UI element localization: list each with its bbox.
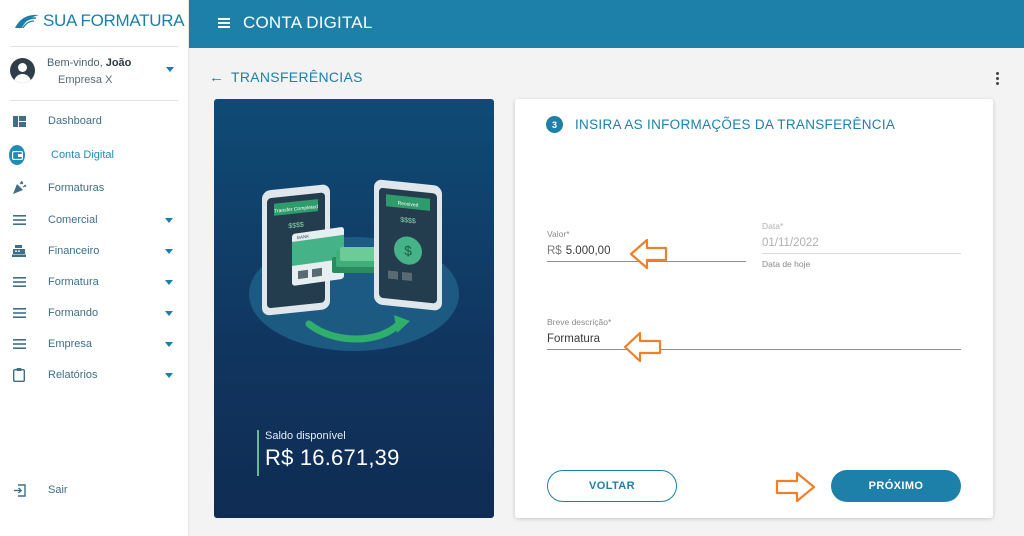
annotation-arrow-left-icon [623, 331, 662, 363]
descricao-field[interactable]: Breve descrição* Formatura [547, 317, 961, 350]
balance-value: R$ 16.671,39 [265, 445, 400, 470]
annotation-arrow-left-icon [629, 238, 668, 270]
balance-card: Transfer Completed $$$$ BANK Received $$… [214, 99, 494, 518]
sidebar-item-formaturas[interactable]: Formaturas [0, 176, 188, 200]
sidebar-item-label: Formatura [48, 276, 99, 288]
data-field: Data* 01/11/2022 Data de hoje [762, 221, 961, 269]
cash-register-icon [11, 243, 27, 259]
app-title: CONTA DIGITAL [243, 13, 373, 32]
sidebar-item-formando[interactable]: Formando [0, 301, 188, 325]
chevron-down-icon[interactable] [165, 217, 173, 223]
back-arrow-icon[interactable]: ← [209, 70, 224, 85]
main-content: ← TRANSFERÊNCIAS Transfer Completed $$$$ [189, 48, 1024, 536]
step-title: INSIRA AS INFORMAÇÕES DA TRANSFERÊNCIA [575, 117, 896, 132]
dashboard-icon [11, 113, 27, 129]
annotation-arrow-right-icon [775, 471, 816, 503]
list-icon [11, 336, 27, 352]
list-icon [11, 212, 27, 228]
transfer-form-card: 3 INSIRA AS INFORMAÇÕES DA TRANSFERÊNCIA… [515, 99, 993, 518]
page-title: TRANSFERÊNCIAS [231, 69, 363, 85]
available-balance: Saldo disponível R$ 16.671,39 [257, 430, 400, 476]
transfer-illustration: Transfer Completed $$$$ BANK Received $$… [249, 179, 459, 351]
sidebar-item-comercial[interactable]: Comercial [0, 208, 188, 232]
svg-text:$: $ [404, 242, 412, 259]
sidebar-item-financeiro[interactable]: Financeiro [0, 239, 188, 263]
balance-label: Saldo disponível [265, 430, 346, 442]
page-header: ← TRANSFERÊNCIAS [209, 69, 363, 85]
user-menu[interactable]: Bem-vindo, João Empresa X [8, 56, 180, 92]
input-underline [547, 349, 961, 350]
step-header: 3 INSIRA AS INFORMAÇÕES DA TRANSFERÊNCIA [546, 116, 895, 133]
divider [10, 46, 178, 47]
descricao-label: Breve descrição* [547, 317, 612, 327]
welcome-text: Bem-vindo, João [47, 57, 131, 69]
sidebar-item-conta-digital[interactable]: Conta Digital [0, 143, 188, 167]
next-button[interactable]: PRÓXIMO [831, 470, 961, 502]
chevron-down-icon[interactable] [165, 279, 173, 285]
sidebar-item-label: Sair [48, 484, 68, 496]
data-input: 01/11/2022 [762, 237, 819, 249]
sidebar-item-label: Financeiro [48, 245, 100, 257]
clipboard-icon [11, 367, 27, 383]
sidebar-item-label: Empresa [48, 338, 93, 350]
currency-prefix: R$ [547, 245, 562, 257]
sidebar-item-label: Dashboard [48, 115, 102, 127]
step-number-badge: 3 [546, 116, 563, 133]
sidebar-item-formatura[interactable]: Formatura [0, 270, 188, 294]
sidebar-item-dashboard[interactable]: Dashboard [0, 109, 188, 133]
brand-name: SUA FORMATURA [43, 11, 185, 30]
sidebar-item-relatorios[interactable]: Relatórios [0, 363, 188, 387]
logout-icon [11, 482, 27, 498]
back-button[interactable]: VOLTAR [547, 470, 677, 502]
list-icon [11, 305, 27, 321]
sidebar-item-label: Comercial [48, 214, 98, 226]
sidebar-item-sair[interactable]: Sair [0, 478, 188, 502]
avatar-icon [10, 58, 35, 83]
sidebar-item-label: Formando [48, 307, 99, 319]
chevron-down-icon[interactable] [165, 310, 173, 316]
chevron-down-icon[interactable] [165, 248, 173, 254]
chevron-down-icon[interactable] [166, 67, 174, 72]
data-hint: Data de hoje [762, 259, 811, 269]
list-icon [11, 274, 27, 290]
descricao-input[interactable]: Formatura [547, 333, 961, 345]
chevron-down-icon[interactable] [165, 372, 173, 378]
sidebar-item-empresa[interactable]: Empresa [0, 332, 188, 356]
wallet-icon [9, 145, 25, 165]
company-name: Empresa X [58, 74, 113, 86]
more-options-icon[interactable] [996, 72, 1000, 86]
user-name: João [105, 57, 132, 69]
valor-value: 5.000,00 [565, 245, 611, 257]
sidebar-item-label: Relatórios [48, 369, 98, 381]
input-underline [762, 253, 961, 254]
top-bar: CONTA DIGITAL [189, 0, 1024, 48]
data-label: Data* [762, 221, 784, 231]
menu-icon[interactable] [218, 18, 230, 28]
sidebar-item-label: Formaturas [48, 182, 105, 194]
sidebar: SUA FORMATURA Bem-vindo, João Empresa X … [0, 0, 189, 536]
divider [10, 100, 178, 101]
chevron-down-icon[interactable] [165, 341, 173, 347]
party-popper-icon [11, 180, 27, 196]
logo-wing-icon [15, 14, 39, 29]
brand-logo[interactable]: SUA FORMATURA [14, 10, 185, 32]
app: SUA FORMATURA Bem-vindo, João Empresa X … [0, 0, 1024, 536]
greeting: Bem-vindo, [47, 57, 103, 69]
sidebar-item-label: Conta Digital [51, 149, 114, 161]
